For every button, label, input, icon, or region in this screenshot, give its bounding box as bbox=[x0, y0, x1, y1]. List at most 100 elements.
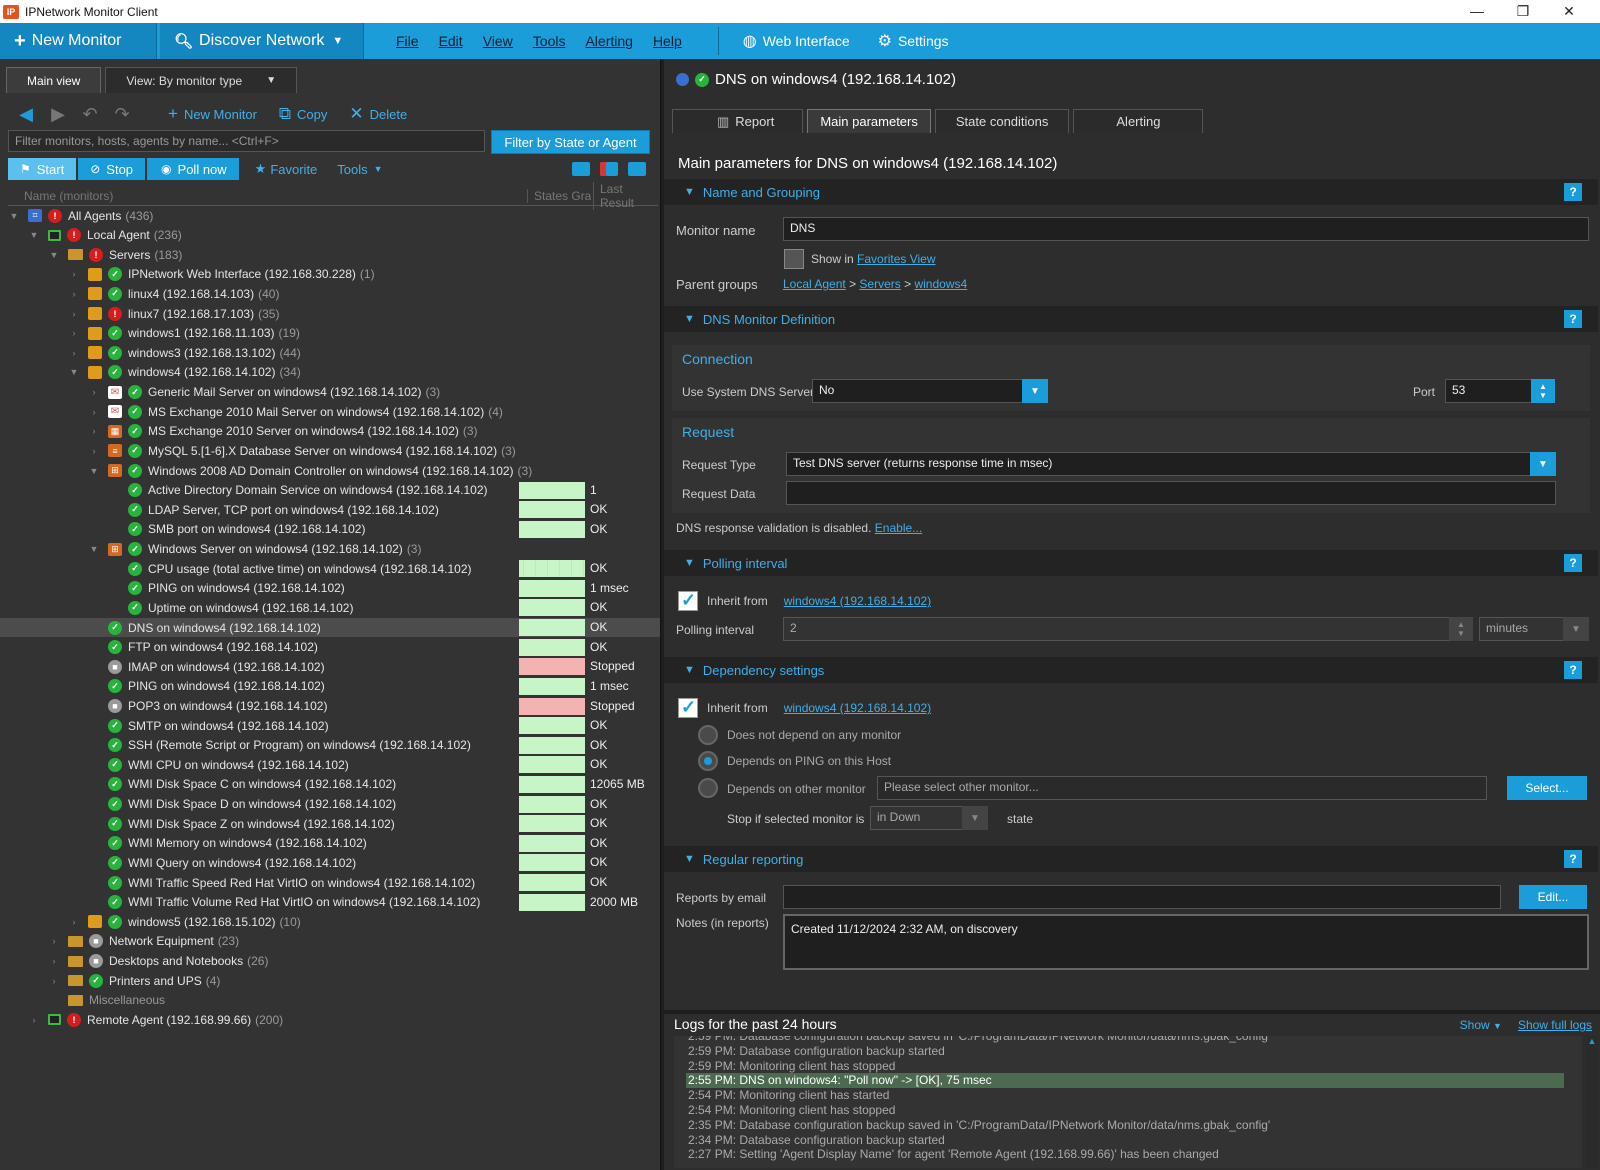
column-name[interactable]: Name (monitors) bbox=[8, 189, 113, 203]
tree-group-row[interactable]: ▼ ✓ windows4 (192.168.14.102) (34) bbox=[0, 363, 660, 382]
expand-arrow-icon[interactable]: › bbox=[28, 1015, 40, 1025]
discover-network-button[interactable]: 🔍︎ Discover Network ▼ bbox=[160, 23, 364, 59]
favorite-button[interactable]: ★ Favorite bbox=[255, 161, 318, 177]
poll-now-button[interactable]: ◉ Poll now bbox=[147, 158, 239, 180]
collapse-arrow-icon[interactable]: ▼ bbox=[88, 544, 100, 554]
monitor-row[interactable]: ✓ WMI Traffic Speed Red Hat VirtIO on win… bbox=[0, 873, 660, 892]
expand-arrow-icon[interactable]: › bbox=[68, 917, 80, 927]
expand-arrow-icon[interactable]: › bbox=[68, 309, 80, 319]
monitor-row[interactable]: ■ IMAP on windows4 (192.168.14.102) Stoppe… bbox=[0, 657, 660, 676]
tab-state-conditions[interactable]: State conditions bbox=[934, 109, 1070, 133]
logs-scrollbar[interactable]: ▲ bbox=[1586, 1036, 1598, 1168]
new-monitor-link[interactable]: + New Monitor bbox=[168, 104, 257, 124]
enable-validation-link[interactable]: Enable... bbox=[875, 521, 922, 535]
stepper-icon[interactable]: ▲ ▼ bbox=[1449, 617, 1473, 641]
logs-list[interactable]: 2:59 PM: Database configuration backup s… bbox=[674, 1036, 1582, 1168]
select-monitor-button[interactable]: Select... bbox=[1507, 776, 1587, 800]
tree-group-row[interactable]: ▼! Servers (183) bbox=[0, 245, 660, 264]
collapse-arrow-icon[interactable]: ▼ bbox=[28, 230, 40, 240]
monitor-row[interactable]: ✓ WMI Disk Space D on windows4 (192.168.1… bbox=[0, 795, 660, 814]
back-arrow-icon[interactable]: ◀ bbox=[10, 104, 42, 125]
scroll-up-icon[interactable]: ▲ bbox=[1586, 1036, 1598, 1046]
folder-open-icon[interactable] bbox=[572, 162, 590, 176]
tree-group-row[interactable]: ▼ ⊞ ✓ Windows Server on windows4 (192.168.1… bbox=[0, 540, 660, 559]
expand-arrow-icon[interactable]: › bbox=[88, 387, 100, 397]
tree-group-row[interactable]: › ✓ Printers and UPS (4) bbox=[0, 971, 660, 990]
stop-state-select[interactable]: in Down ▼ bbox=[870, 806, 988, 830]
collapse-arrow-icon[interactable]: ▼ bbox=[8, 211, 20, 221]
start-button[interactable]: ⚑ Start bbox=[8, 158, 77, 180]
tree-group-row[interactable]: ›! linux7 (192.168.17.103) (35) bbox=[0, 304, 660, 323]
help-icon[interactable]: ? bbox=[1564, 554, 1582, 572]
favorites-view-link[interactable]: Favorites View bbox=[857, 252, 935, 266]
filter-input[interactable]: Filter monitors, hosts, agents by name..… bbox=[8, 130, 485, 152]
tree-group-row[interactable]: › ≡ ✓ MySQL 5.[1-6].X Database Server on wi… bbox=[0, 441, 660, 460]
copy-button[interactable]: ⧉ Copy bbox=[279, 104, 328, 124]
use-system-dns-select[interactable]: No ▼ bbox=[812, 379, 1048, 403]
tools-dropdown[interactable]: Tools ▼ bbox=[337, 162, 382, 177]
help-icon[interactable]: ? bbox=[1564, 661, 1582, 679]
section-dependency[interactable]: ▼ Dependency settings ? bbox=[664, 657, 1598, 683]
dependency-inherit-checkbox[interactable] bbox=[678, 697, 698, 718]
tab-main-view[interactable]: Main view bbox=[6, 67, 102, 93]
tree-group-row[interactable]: › ■ Network Equipment (23) bbox=[0, 932, 660, 951]
expand-arrow-icon[interactable]: › bbox=[48, 976, 60, 986]
help-icon[interactable]: ? bbox=[1564, 310, 1582, 328]
radio-depends-ping[interactable] bbox=[698, 751, 718, 771]
monitor-row[interactable]: ✓ SMB port on windows4 (192.168.14.102) OK bbox=[0, 520, 660, 539]
expand-arrow-icon[interactable]: › bbox=[88, 426, 100, 436]
monitor-row[interactable]: ✓ PING on windows4 (192.168.14.102) 1 msec bbox=[0, 579, 660, 598]
menu-help[interactable]: Help bbox=[643, 33, 692, 49]
polling-inherit-checkbox[interactable] bbox=[678, 590, 698, 611]
new-monitor-button[interactable]: + New Monitor bbox=[0, 23, 157, 59]
edit-email-button[interactable]: Edit... bbox=[1519, 885, 1587, 909]
monitor-row[interactable]: ✓ Uptime on windows4 (192.168.14.102) OK bbox=[0, 598, 660, 617]
minimize-button[interactable]: — bbox=[1454, 0, 1500, 22]
stepper-icon[interactable]: ▲ ▼ bbox=[1531, 379, 1555, 403]
monitor-row[interactable]: ✓ SSH (Remote Script or Program) on windo… bbox=[0, 736, 660, 755]
restore-button[interactable]: ❐ bbox=[1500, 0, 1546, 22]
show-full-logs-link[interactable]: Show full logs bbox=[1518, 1018, 1592, 1032]
stop-button[interactable]: ⊘ Stop bbox=[78, 158, 146, 180]
other-monitor-input[interactable]: Please select other monitor... bbox=[877, 776, 1487, 800]
expand-arrow-icon[interactable]: › bbox=[68, 269, 80, 279]
monitor-row[interactable]: ✓ DNS on windows4 (192.168.14.102) OK bbox=[0, 618, 660, 638]
collapse-arrow-icon[interactable]: ▼ bbox=[88, 466, 100, 476]
section-polling[interactable]: ▼ Polling interval ? bbox=[664, 550, 1598, 576]
monitor-row[interactable]: ✓ WMI Query on windows4 (192.168.14.102) O… bbox=[0, 853, 660, 872]
tree-group-row[interactable]: ›! Remote Agent (192.168.99.66) (200) bbox=[0, 1010, 660, 1029]
view-by-type-dropdown[interactable]: View: By monitor type ▼ bbox=[105, 67, 298, 93]
section-reporting[interactable]: ▼ Regular reporting ? bbox=[664, 846, 1598, 872]
tree-group-row[interactable]: › ✓ windows5 (192.168.15.102) (10) bbox=[0, 912, 660, 931]
section-dns-definition[interactable]: ▼ DNS Monitor Definition ? bbox=[664, 306, 1598, 332]
logs-show-dropdown[interactable]: Show ▼ bbox=[1460, 1018, 1502, 1032]
breadcrumb-windows4[interactable]: windows4 bbox=[914, 277, 967, 291]
monitor-row[interactable]: ✓ Active Directory Domain Service on wind… bbox=[0, 481, 660, 500]
show-in-favorites-checkbox[interactable] bbox=[784, 249, 804, 269]
radio-no-dependency[interactable] bbox=[698, 725, 718, 745]
collapse-arrow-icon[interactable]: ▼ bbox=[48, 250, 60, 260]
tab-main-parameters[interactable]: Main parameters bbox=[807, 109, 931, 133]
breadcrumb-servers[interactable]: Servers bbox=[859, 277, 900, 291]
tab-report[interactable]: ▥ Report bbox=[672, 109, 804, 133]
section-name-grouping[interactable]: ▼ Name and Grouping ? bbox=[664, 179, 1598, 205]
notes-textarea[interactable]: Created 11/12/2024 2:32 AM, on discovery bbox=[783, 914, 1589, 970]
radio-depends-other[interactable] bbox=[698, 778, 718, 798]
monitor-row[interactable]: ✓ FTP on windows4 (192.168.14.102) OK bbox=[0, 638, 660, 657]
collapse-arrow-icon[interactable]: ▼ bbox=[68, 367, 80, 377]
filter-by-state-button[interactable]: Filter by State or Agent bbox=[491, 130, 650, 154]
monitor-row[interactable]: ■ POP3 on windows4 (192.168.14.102) Stoppe… bbox=[0, 697, 660, 716]
forward-arrow-icon[interactable]: ▶ bbox=[42, 104, 74, 125]
dependency-inherit-link[interactable]: windows4 (192.168.14.102) bbox=[784, 701, 931, 715]
menu-file[interactable]: File bbox=[386, 33, 429, 49]
breadcrumb-local-agent[interactable]: Local Agent bbox=[783, 277, 846, 291]
expand-arrow-icon[interactable]: › bbox=[68, 348, 80, 358]
column-states-graph[interactable]: States Graph bbox=[527, 188, 591, 203]
tree-group-row[interactable]: › ✉ ✓ Generic Mail Server on windows4 (192.… bbox=[0, 383, 660, 402]
tree-group-row[interactable]: › ✓ linux4 (192.168.14.103) (40) bbox=[0, 284, 660, 303]
monitor-name-input[interactable]: DNS bbox=[783, 217, 1589, 241]
tree-group-row[interactable]: › ▦ ✓ MS Exchange 2010 Server on windows4 (… bbox=[0, 422, 660, 441]
expand-arrow-icon[interactable]: › bbox=[88, 407, 100, 417]
help-icon[interactable]: ? bbox=[1564, 850, 1582, 868]
request-data-input[interactable] bbox=[786, 481, 1556, 505]
